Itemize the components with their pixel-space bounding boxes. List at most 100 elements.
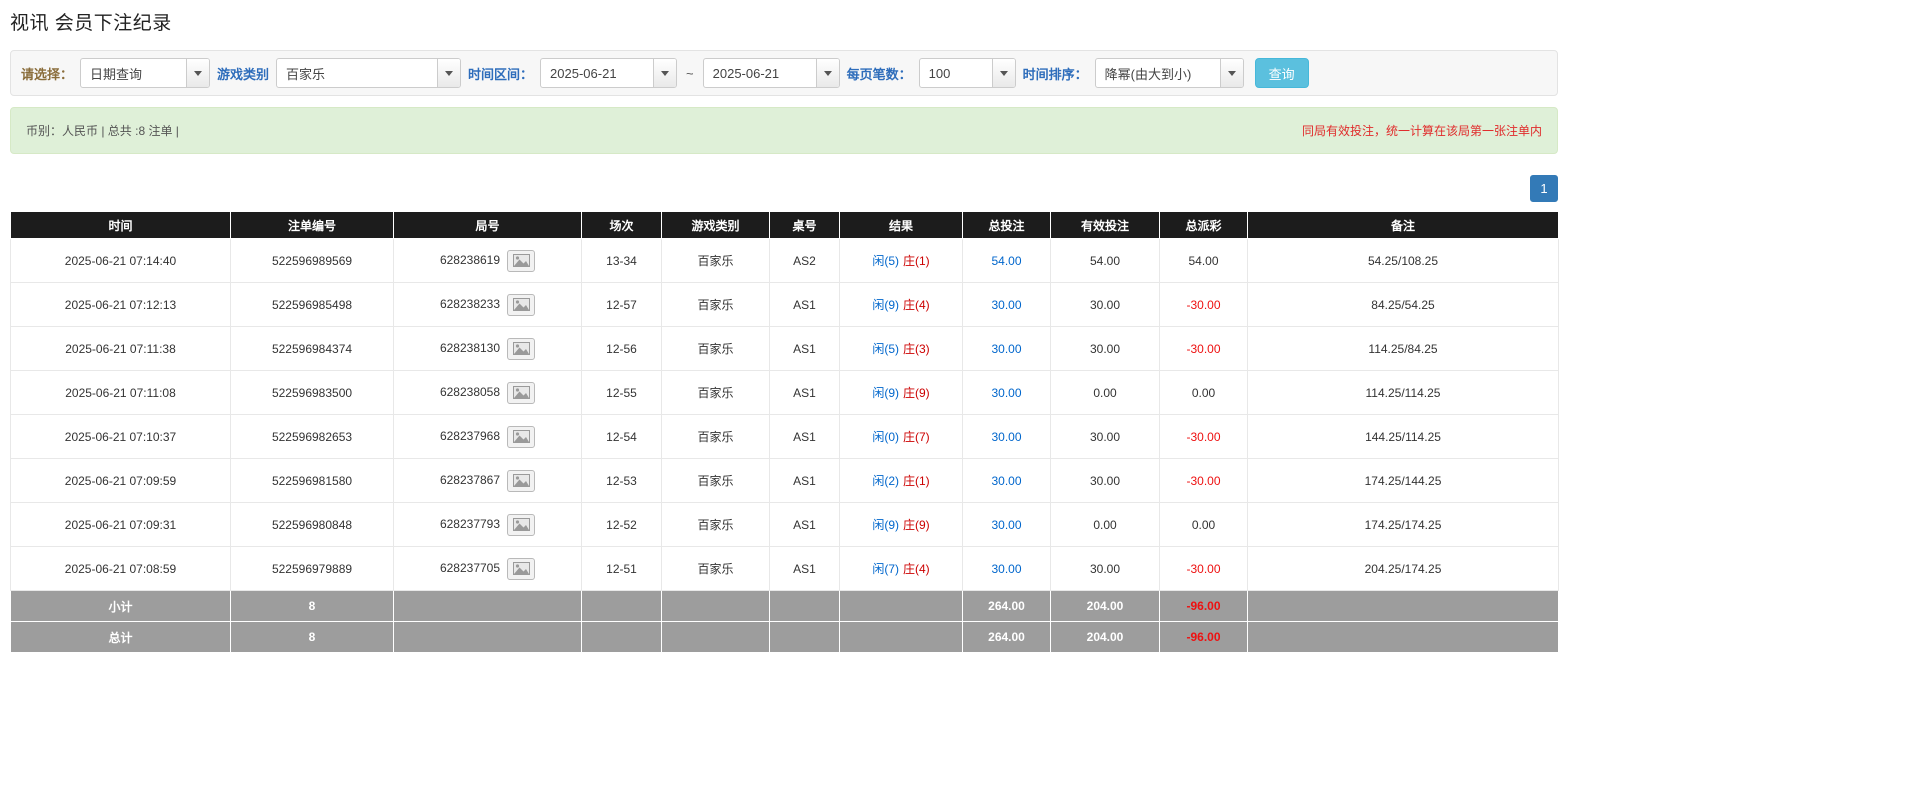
total-row-cell-note bbox=[1248, 622, 1559, 653]
cell-result: 闲(5)庄(3) bbox=[840, 327, 963, 371]
pagination: 1 bbox=[10, 175, 1558, 202]
sort-caret-button[interactable] bbox=[1220, 59, 1243, 87]
page: 视讯 会员下注纪录 请选择： 日期查询 游戏类别 百家乐 时间区间： 2025-… bbox=[10, 8, 1558, 653]
game-type-dropdown[interactable]: 百家乐 bbox=[276, 58, 461, 88]
cell-time: 2025-06-21 07:09:31 bbox=[11, 503, 231, 547]
sort-label: 时间排序： bbox=[1023, 64, 1088, 83]
cell-round: 628238233 bbox=[394, 283, 582, 327]
pagination-page-1-button[interactable]: 1 bbox=[1530, 175, 1558, 202]
cell-session: 12-55 bbox=[582, 371, 662, 415]
date-from-dropdown[interactable]: 2025-06-21 bbox=[540, 58, 677, 88]
round-image-button[interactable] bbox=[507, 470, 535, 492]
cell-total-bet: 30.00 bbox=[963, 459, 1051, 503]
chevron-down-icon bbox=[194, 71, 202, 76]
page-size-label: 每页笔数： bbox=[847, 64, 912, 83]
total-bet-link[interactable]: 30.00 bbox=[991, 474, 1021, 488]
game-type-label: 游戏类别 bbox=[217, 64, 269, 83]
query-type-caret-button[interactable] bbox=[186, 59, 209, 87]
time-range-label: 时间区间： bbox=[468, 64, 533, 83]
total-row-cell-round bbox=[394, 622, 582, 653]
search-button[interactable]: 查询 bbox=[1255, 58, 1309, 88]
round-image-button[interactable] bbox=[507, 426, 535, 448]
cell-valid-bet: 30.00 bbox=[1051, 283, 1160, 327]
page-size-value: 100 bbox=[920, 59, 992, 87]
subtotal-row-cell-payout: -96.00 bbox=[1160, 591, 1248, 622]
round-image-button[interactable] bbox=[507, 338, 535, 360]
result-banker: 庄(3) bbox=[903, 342, 930, 356]
round-image-button[interactable] bbox=[507, 382, 535, 404]
query-type-dropdown[interactable]: 日期查询 bbox=[80, 58, 210, 88]
total-row-cell-bet-id: 8 bbox=[231, 622, 394, 653]
cell-round: 628238619 bbox=[394, 239, 582, 283]
subtotal-row: 小计8264.00204.00-96.00 bbox=[11, 591, 1559, 622]
cell-total-bet: 30.00 bbox=[963, 371, 1051, 415]
chevron-down-icon bbox=[1000, 71, 1008, 76]
total-bet-link[interactable]: 30.00 bbox=[991, 342, 1021, 356]
table-row: 2025-06-21 07:10:37522596982653628237968… bbox=[11, 415, 1559, 459]
cell-table-no: AS1 bbox=[770, 371, 840, 415]
cell-table-no: AS1 bbox=[770, 415, 840, 459]
total-bet-link[interactable]: 30.00 bbox=[991, 562, 1021, 576]
column-header-table-no: 桌号 bbox=[770, 212, 840, 239]
payout-value: 0.00 bbox=[1192, 518, 1215, 532]
round-image-button[interactable] bbox=[507, 294, 535, 316]
game-type-caret-button[interactable] bbox=[437, 59, 460, 87]
round-number: 628238233 bbox=[440, 297, 500, 311]
round-number: 628238619 bbox=[440, 253, 500, 267]
cell-total-bet: 30.00 bbox=[963, 547, 1051, 591]
cell-table-no: AS2 bbox=[770, 239, 840, 283]
total-bet-link[interactable]: 30.00 bbox=[991, 518, 1021, 532]
cell-round: 628238130 bbox=[394, 327, 582, 371]
select-label: 请选择： bbox=[21, 64, 73, 83]
cell-payout: -30.00 bbox=[1160, 459, 1248, 503]
round-image-button[interactable] bbox=[507, 514, 535, 536]
payout-value: 0.00 bbox=[1192, 386, 1215, 400]
cell-result: 闲(9)庄(9) bbox=[840, 503, 963, 547]
subtotal-row-cell-game-type bbox=[662, 591, 770, 622]
subtotal-row-cell-time: 小计 bbox=[11, 591, 231, 622]
cell-game-type: 百家乐 bbox=[662, 415, 770, 459]
cell-time: 2025-06-21 07:09:59 bbox=[11, 459, 231, 503]
round-image-button[interactable] bbox=[507, 558, 535, 580]
cell-round: 628237968 bbox=[394, 415, 582, 459]
subtotal-row-cell-bet-id: 8 bbox=[231, 591, 394, 622]
cell-bet-id: 522596981580 bbox=[231, 459, 394, 503]
cell-time: 2025-06-21 07:14:40 bbox=[11, 239, 231, 283]
total-bet-link[interactable]: 30.00 bbox=[991, 386, 1021, 400]
picture-icon bbox=[513, 342, 530, 355]
total-bet-link[interactable]: 30.00 bbox=[991, 430, 1021, 444]
result-player: 闲(7) bbox=[872, 562, 899, 576]
column-header-payout: 总派彩 bbox=[1160, 212, 1248, 239]
round-number: 628237968 bbox=[440, 429, 500, 443]
cell-bet-id: 522596985498 bbox=[231, 283, 394, 327]
chevron-down-icon bbox=[445, 71, 453, 76]
page-size-caret-button[interactable] bbox=[992, 59, 1015, 87]
round-image-button[interactable] bbox=[507, 250, 535, 272]
picture-icon bbox=[513, 474, 530, 487]
payout-value: -30.00 bbox=[1186, 474, 1220, 488]
date-to-dropdown[interactable]: 2025-06-21 bbox=[703, 58, 840, 88]
cell-payout: -30.00 bbox=[1160, 327, 1248, 371]
total-bet-link[interactable]: 54.00 bbox=[991, 254, 1021, 268]
cell-result: 闲(0)庄(7) bbox=[840, 415, 963, 459]
cell-session: 12-57 bbox=[582, 283, 662, 327]
sort-dropdown[interactable]: 降幂(由大到小) bbox=[1095, 58, 1244, 88]
page-size-dropdown[interactable]: 100 bbox=[919, 58, 1016, 88]
subtotal-row-cell-valid-bet: 204.00 bbox=[1051, 591, 1160, 622]
round-number: 628238130 bbox=[440, 341, 500, 355]
cell-valid-bet: 54.00 bbox=[1051, 239, 1160, 283]
chevron-down-icon bbox=[1228, 71, 1236, 76]
summary-note: 同局有效投注，统一计算在该局第一张注单内 bbox=[1302, 122, 1542, 139]
summary-currency-count: 币别：人民币 | 总共 :8 注单 | bbox=[26, 122, 179, 139]
cell-note: 204.25/174.25 bbox=[1248, 547, 1559, 591]
game-type-value: 百家乐 bbox=[277, 59, 437, 87]
column-header-total-bet: 总投注 bbox=[963, 212, 1051, 239]
date-from-caret-button[interactable] bbox=[653, 59, 676, 87]
total-bet-link[interactable]: 30.00 bbox=[991, 298, 1021, 312]
round-number: 628237793 bbox=[440, 517, 500, 531]
cell-note: 84.25/54.25 bbox=[1248, 283, 1559, 327]
date-to-caret-button[interactable] bbox=[816, 59, 839, 87]
column-header-time: 时间 bbox=[11, 212, 231, 239]
cell-game-type: 百家乐 bbox=[662, 503, 770, 547]
table-row: 2025-06-21 07:11:08522596983500628238058… bbox=[11, 371, 1559, 415]
